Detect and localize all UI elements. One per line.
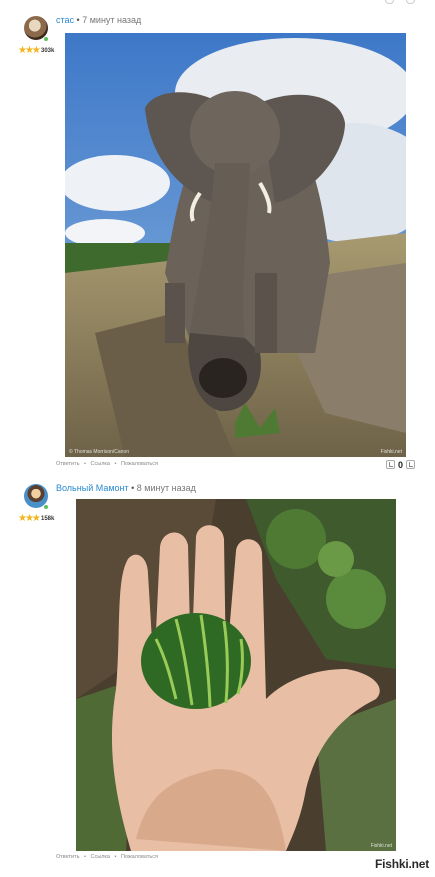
thumb-down-icon[interactable]: [406, 460, 416, 469]
user-rating: 158k: [41, 516, 55, 522]
comment-image-watermelon[interactable]: Fishki.net: [76, 499, 396, 851]
comment-time[interactable]: 7 минут назад: [82, 15, 141, 25]
rank-stars: ★★★: [18, 45, 41, 56]
thumb-icon[interactable]: [386, 460, 395, 469]
site-logo: Fishki.net: [374, 857, 429, 871]
comment-actions: Ответить • Ссылка • Пожаловаться: [56, 461, 161, 467]
link-link[interactable]: Ссылка: [91, 854, 110, 860]
username-link[interactable]: стас: [56, 15, 74, 25]
vote-count: 0: [398, 459, 404, 470]
online-indicator: [43, 504, 49, 510]
link-link[interactable]: Ссылка: [91, 461, 110, 467]
comment-time[interactable]: 8 минут назад: [137, 483, 196, 493]
report-link[interactable]: Пожаловаться: [121, 854, 158, 860]
vote-control: 0: [386, 458, 416, 471]
elephant-photo: [65, 33, 406, 457]
online-indicator: [43, 36, 49, 42]
comment-image-elephant[interactable]: © Thomas Morrison/Canon Fishki.net: [65, 33, 406, 457]
username-link[interactable]: Вольный Мамонт: [56, 483, 129, 493]
comment-header: Вольный Мамонт • 8 минут назад: [56, 483, 196, 494]
separator: •: [114, 461, 117, 467]
separator: •: [84, 461, 86, 467]
reply-link[interactable]: Ответить: [56, 461, 80, 467]
reply-link[interactable]: Ответить: [56, 854, 80, 860]
watermelon-photo: [76, 499, 396, 851]
separator: •: [76, 15, 80, 25]
photo-watermark: Fishki.net: [380, 449, 402, 455]
comment-header: стас • 7 минут назад: [56, 15, 141, 26]
separator: •: [84, 854, 86, 860]
comment: ★★★ 303k стас • 7 минут назад © Thomas M…: [0, 0, 435, 475]
separator: •: [131, 483, 135, 493]
photo-credit: © Thomas Morrison/Canon: [69, 449, 130, 455]
report-link[interactable]: Пожаловаться: [121, 461, 158, 467]
comment-actions: Ответить • Ссылка • Пожаловаться: [56, 854, 161, 860]
comment: ★★★ 158k Вольный Мамонт • 8 минут назад …: [0, 475, 435, 877]
user-rating: 303k: [41, 48, 55, 54]
separator: •: [114, 854, 117, 860]
rank-stars: ★★★: [18, 513, 41, 524]
photo-watermark: Fishki.net: [370, 843, 392, 849]
